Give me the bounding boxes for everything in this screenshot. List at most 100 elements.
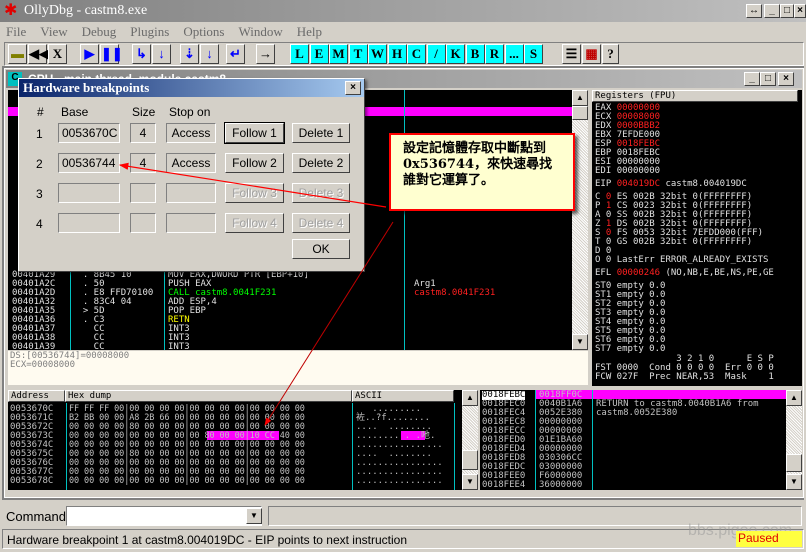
close-program-icon[interactable]: X: [48, 44, 67, 64]
dump-pane[interactable]: Address Hex dump ASCII 0053670C FF FF FF …: [8, 390, 470, 490]
menu-plugins[interactable]: Plugins: [130, 24, 169, 39]
eip-row-part: castm8.004019DC: [665, 179, 747, 189]
register-row-part: EDI: [595, 166, 612, 176]
menu-window[interactable]: Window: [238, 24, 282, 39]
trace-over-icon[interactable]: ↓: [200, 44, 219, 64]
column-divider: [535, 390, 536, 490]
toolbar-t-button[interactable]: T: [348, 44, 368, 64]
toolbar-h-button[interactable]: H: [387, 44, 407, 64]
scroll-thumb[interactable]: [462, 450, 478, 470]
toolbar-l-button[interactable]: L: [290, 44, 309, 64]
toolbar-c-button[interactable]: C: [407, 44, 426, 64]
scroll-down-icon[interactable]: ▼: [462, 474, 478, 490]
stack-pane[interactable]: 0018FEBC 0018FF0C 0018FEC0 0040B1A6 RETURN t…: [480, 390, 786, 490]
bp-size-field: 4: [130, 153, 156, 173]
delete-1-button[interactable]: Delete 1: [292, 123, 350, 143]
toolbar-more-button[interactable]: ...: [504, 44, 524, 64]
step-over-icon[interactable]: ↓: [152, 44, 171, 64]
dump-header-hex[interactable]: Hex dump: [65, 390, 352, 402]
bp-size-field: 4: [130, 123, 156, 143]
stack-address[interactable]: 0018FEE4: [482, 481, 525, 490]
delete-2-button[interactable]: Delete 2: [292, 153, 350, 173]
header-number: #: [37, 105, 44, 119]
ok-button[interactable]: OK: [292, 239, 350, 259]
scroll-up-icon[interactable]: ▲: [572, 90, 588, 106]
goto-icon[interactable]: →: [256, 44, 275, 64]
status-bar: Hardware breakpoint 1 at castm8.004019DC…: [2, 529, 804, 549]
scroll-thumb[interactable]: [572, 106, 588, 120]
dump-address[interactable]: 0053678C: [10, 477, 53, 486]
scroll-thumb[interactable]: [786, 454, 802, 472]
stack-value[interactable]: 36000000: [539, 481, 582, 490]
cpu-maximize-button[interactable]: □: [760, 72, 776, 86]
comment-call: castm8.0041F231: [414, 288, 496, 298]
follow-1-button[interactable]: Follow 1: [224, 122, 285, 144]
toolbar-slash-button[interactable]: /: [426, 44, 446, 64]
dump-scrollbar[interactable]: ▲ ▼: [462, 390, 478, 490]
dump-hex[interactable]: 00 00 00 00|00 00 00 00|00 00 00 00|00 0…: [69, 477, 305, 486]
menu-debug[interactable]: Debug: [82, 24, 117, 39]
toolbar-k-button[interactable]: K: [446, 44, 465, 64]
scroll-down-icon[interactable]: ▼: [786, 474, 802, 490]
column-divider: [66, 403, 67, 490]
toolbar-m-button[interactable]: M: [329, 44, 348, 64]
help-icon[interactable]: ?: [602, 44, 619, 64]
scroll-up-icon[interactable]: ▲: [462, 390, 478, 406]
eip-row: EIP 004019DC castm8.004019DC: [595, 180, 752, 189]
cpu-minimize-button[interactable]: _: [744, 72, 760, 86]
efl-row-part: (NO,NB,E,BE,NS,PE,GE: [665, 268, 774, 278]
bp-base-field: 0053670C: [58, 123, 120, 143]
follow-3-button[interactable]: Follow 3: [225, 183, 284, 203]
annotation-callout: 設定記憶體存取中斷點到 0x536744，來快速尋找誰對它運算了。: [389, 133, 575, 211]
command-input[interactable]: [66, 506, 262, 526]
toolbar-r-button[interactable]: R: [485, 44, 504, 64]
flag-row-part: 0: [605, 255, 612, 265]
bp-stop-on-field: [166, 213, 216, 233]
eip-row-part: 004019DC: [616, 179, 661, 189]
maximize-button[interactable]: □: [780, 4, 794, 18]
toolbar-s-button[interactable]: S: [524, 44, 543, 64]
follow-4-button[interactable]: Follow 4: [225, 213, 284, 233]
menu-help[interactable]: Help: [297, 24, 322, 39]
paused-badge: Paused: [736, 531, 802, 547]
window-title: OllyDbg - castm8.exe: [24, 3, 148, 18]
minimize-button[interactable]: _: [764, 4, 780, 18]
close-button[interactable]: ×: [794, 4, 806, 18]
dialog-close-button[interactable]: ×: [345, 81, 361, 95]
open-icon[interactable]: ▬: [8, 44, 27, 64]
run-icon[interactable]: ▶: [80, 44, 99, 64]
dialog-titlebar: Hardware breakpoints: [19, 79, 364, 97]
colors-icon[interactable]: ▦: [582, 44, 601, 64]
delete-3-button[interactable]: Delete 3: [292, 183, 350, 203]
pause-icon[interactable]: ❚❚: [100, 44, 123, 64]
step-into-icon[interactable]: ↳: [132, 44, 151, 64]
toolbar-e-button[interactable]: E: [309, 44, 329, 64]
follow-2-button[interactable]: Follow 2: [225, 153, 284, 173]
disasm-scrollbar[interactable]: ▲ ▼: [572, 90, 588, 350]
toolbar-b-button[interactable]: B: [465, 44, 485, 64]
toolbar-w-button[interactable]: W: [368, 44, 387, 64]
efl-row-part: 00000246: [616, 268, 661, 278]
column-divider: [404, 90, 405, 350]
scroll-down-icon[interactable]: ▼: [572, 334, 588, 350]
fpu-row: ST7 empty 0.0: [595, 345, 671, 354]
restore-toggle-button[interactable]: ↔: [746, 4, 762, 18]
command-dropdown-icon[interactable]: ▼: [246, 508, 262, 524]
delete-4-button[interactable]: Delete 4: [292, 213, 350, 233]
trace-into-icon[interactable]: ⇣: [180, 44, 199, 64]
list-icon[interactable]: ☰: [562, 44, 581, 64]
fpu-row: FCW 027F Prec NEAR,53 Mask 1: [595, 373, 779, 382]
cpu-close-button[interactable]: ×: [778, 72, 794, 86]
execute-till-return-icon[interactable]: ↵: [226, 44, 245, 64]
menu-options[interactable]: Options: [183, 24, 224, 39]
header-stop-on: Stop on: [169, 105, 211, 119]
registers-pane: Registers (FPU) EAX 00000000 ECX 0000800…: [592, 90, 802, 386]
dump-header-ascii[interactable]: ASCII: [352, 390, 454, 402]
restart-icon[interactable]: ◀◀: [28, 44, 49, 64]
dump-header-address[interactable]: Address: [8, 390, 65, 402]
menu-file[interactable]: File: [6, 24, 26, 39]
stack-scrollbar[interactable]: ▲ ▼: [786, 390, 802, 490]
registers-header: Registers (FPU): [592, 90, 798, 102]
scroll-up-icon[interactable]: ▲: [786, 390, 802, 406]
menu-view[interactable]: View: [40, 24, 67, 39]
